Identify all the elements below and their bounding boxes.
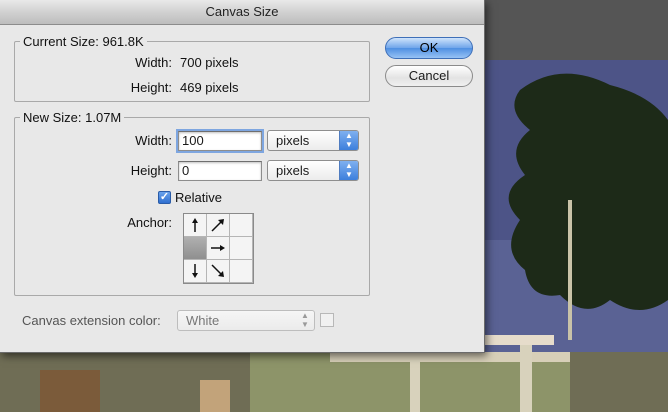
new-width-input[interactable]: 100 (176, 129, 264, 153)
anchor-bottom-left[interactable] (184, 260, 207, 283)
anchor-middle-right[interactable] (230, 237, 253, 260)
anchor-bottom-center[interactable] (207, 260, 230, 283)
select-arrows-icon: ▲ ▼ (339, 131, 358, 150)
extension-color-label: Canvas extension color: (22, 313, 161, 328)
new-width-label: Width: (135, 133, 172, 148)
new-height-input[interactable]: 0 (178, 161, 262, 181)
extension-color-value: White (186, 313, 220, 328)
anchor-top-center[interactable] (207, 214, 230, 237)
anchor-middle-center[interactable] (207, 237, 230, 260)
relative-label[interactable]: Relative (175, 190, 222, 205)
arrow-up-right-icon (211, 219, 224, 232)
dialog-title: Canvas Size (205, 4, 279, 19)
dialog-title-bar[interactable]: Canvas Size (0, 0, 484, 25)
select-arrows-icon: ▲ ▼ (339, 161, 358, 180)
extension-color-swatch[interactable] (320, 313, 334, 327)
arrow-right-icon (211, 245, 225, 251)
current-size-legend: Current Size: 961.8K (23, 34, 144, 49)
extension-color-select[interactable]: White ▲ ▼ (177, 310, 315, 331)
width-unit-select[interactable]: pixels ▲ ▼ (267, 130, 359, 151)
anchor-label: Anchor: (127, 215, 172, 230)
current-height-value: 469 pixels (180, 80, 239, 95)
anchor-bottom-right[interactable] (230, 260, 253, 283)
width-unit-value: pixels (276, 133, 310, 148)
relative-checkbox[interactable]: ✓ (158, 191, 171, 204)
anchor-top-left[interactable] (184, 214, 207, 237)
height-unit-value: pixels (276, 163, 310, 178)
anchor-grid (183, 213, 254, 284)
arrow-up-icon (192, 218, 198, 232)
height-unit-select[interactable]: pixels ▲ ▼ (267, 160, 359, 181)
arrow-down-icon (192, 264, 198, 278)
current-height-label: Height: (130, 80, 172, 95)
select-arrows-icon: ▲ ▼ (301, 311, 309, 329)
anchor-top-right[interactable] (230, 214, 253, 237)
new-height-label: Height: (130, 163, 172, 178)
new-size-legend: New Size: 1.07M (23, 110, 122, 125)
current-width-value: 700 pixels (180, 55, 239, 70)
canvas-size-dialog: Canvas Size Current Size: 961.8K Width: … (0, 0, 485, 353)
ok-button[interactable]: OK (385, 37, 473, 59)
arrow-down-right-icon (211, 264, 224, 277)
current-width-label: Width: (135, 55, 172, 70)
anchor-middle-left[interactable] (184, 237, 207, 260)
cancel-button[interactable]: Cancel (385, 65, 473, 87)
